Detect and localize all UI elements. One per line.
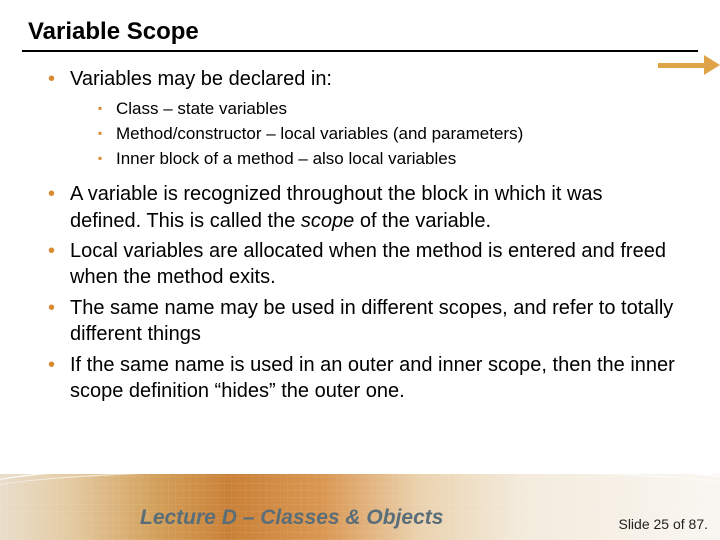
- bullet-text: Variables may be declared in:: [70, 68, 332, 90]
- sub-bullet-text: Inner block of a method – also local var…: [116, 149, 456, 168]
- list-item: Local variables are allocated when the m…: [48, 238, 678, 291]
- list-item: Method/constructor – local variables (an…: [98, 123, 678, 146]
- arrow-right-icon: [704, 55, 720, 75]
- bullet-list: Variables may be declared in: Class – st…: [48, 66, 678, 404]
- list-item: Inner block of a method – also local var…: [98, 148, 678, 171]
- footer-lecture-title: Lecture D – Classes & Objects: [140, 506, 443, 530]
- list-item: If the same name is used in an outer and…: [48, 352, 678, 405]
- sub-bullet-text: Method/constructor – local variables (an…: [116, 124, 523, 143]
- bullet-text: Local variables are allocated when the m…: [70, 240, 666, 288]
- content-area: Variables may be declared in: Class – st…: [0, 52, 720, 404]
- footer: Lecture D – Classes & Objects Slide 25 o…: [0, 474, 720, 540]
- bullet-text: The same name may be used in different s…: [70, 297, 673, 345]
- bullet-text: If the same name is used in an outer and…: [70, 354, 675, 402]
- list-item: Variables may be declared in: Class – st…: [48, 66, 678, 171]
- page-title: Variable Scope: [0, 0, 720, 50]
- list-item: A variable is recognized throughout the …: [48, 181, 678, 234]
- sub-list: Class – state variables Method/construct…: [70, 98, 678, 171]
- list-item: The same name may be used in different s…: [48, 295, 678, 348]
- bullet-text: A variable is recognized throughout the …: [70, 183, 603, 231]
- slide-number: Slide 25 of 87.: [618, 516, 708, 532]
- sub-bullet-text: Class – state variables: [116, 99, 287, 118]
- slide: Variable Scope Variables may be declared…: [0, 0, 720, 540]
- list-item: Class – state variables: [98, 98, 678, 121]
